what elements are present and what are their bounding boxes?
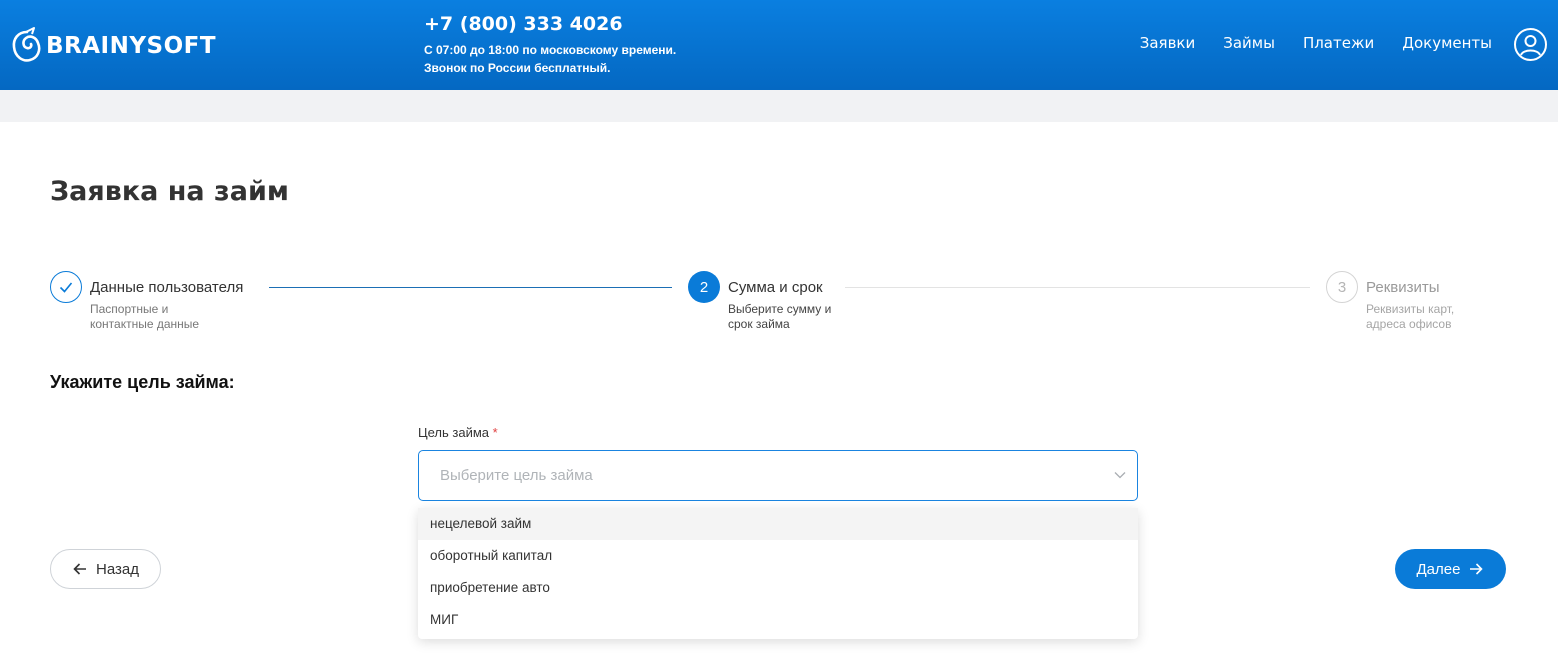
main-nav: Заявки Займы Платежи Документы	[1112, 34, 1492, 52]
user-circle-icon	[1520, 35, 1541, 56]
purpose-field-label: Цель займа *	[418, 425, 498, 440]
purpose-select-placeholder: Выберите цель займа	[440, 467, 593, 484]
step-1-done-indicator	[50, 271, 82, 303]
user-profile-button[interactable]	[1514, 28, 1547, 61]
contact-block: +7 (800) 333 4026 С 07:00 до 18:00 по мо…	[424, 12, 676, 77]
nav-item-applications[interactable]: Заявки	[1140, 34, 1195, 52]
step-2-description: Выберите сумму и срок займа	[728, 302, 832, 331]
chevron-down-icon	[1114, 472, 1126, 479]
purpose-option-working-capital[interactable]: оборотный капитал	[418, 540, 1138, 572]
purpose-option-car-purchase[interactable]: приобретение авто	[418, 572, 1138, 604]
step-3-title: Реквизиты	[1366, 279, 1440, 296]
step-2-indicator: 2	[688, 271, 720, 303]
arrow-left-icon	[73, 563, 86, 575]
back-button-label: Назад	[96, 560, 139, 578]
section-title: Укажите цель займа:	[50, 372, 235, 392]
arrow-right-icon	[1470, 563, 1484, 575]
check-icon	[59, 282, 73, 293]
purpose-option-mig[interactable]: МИГ	[418, 604, 1138, 636]
required-mark: *	[492, 425, 498, 440]
step-3-indicator: 3	[1326, 271, 1358, 303]
site-header: BRAINYSOFT +7 (800) 333 4026 С 07:00 до …	[0, 0, 1558, 90]
step-connector-1	[269, 287, 672, 288]
logo-text: BRAINYSOFT	[46, 33, 217, 59]
support-phone[interactable]: +7 (800) 333 4026	[424, 12, 676, 36]
brand-logo[interactable]: BRAINYSOFT	[10, 24, 216, 68]
step-2-title: Сумма и срок	[728, 279, 823, 296]
purpose-label-text: Цель займа	[418, 425, 490, 440]
nav-item-loans[interactable]: Займы	[1223, 34, 1275, 52]
brain-logo-icon	[12, 27, 41, 62]
step-1-description: Паспортные и контактные данные	[90, 302, 200, 331]
header-subbar	[0, 90, 1558, 122]
page-title: Заявка на займ	[50, 176, 289, 207]
step-connector-2	[845, 287, 1310, 288]
next-button[interactable]: Далее	[1395, 549, 1506, 589]
working-hours: С 07:00 до 18:00 по московскому времени.	[424, 43, 677, 57]
step-1-title: Данные пользователя	[90, 279, 244, 296]
nav-item-documents[interactable]: Документы	[1402, 34, 1492, 52]
purpose-select[interactable]: Выберите цель займа	[418, 450, 1138, 501]
back-button[interactable]: Назад	[50, 549, 161, 589]
purpose-option-untargeted[interactable]: нецелевой займ	[418, 508, 1138, 540]
step-3-description: Реквизиты карт, адреса офисов	[1366, 302, 1455, 331]
free-call-note: Звонок по России бесплатный.	[424, 61, 611, 75]
purpose-dropdown: нецелевой займ оборотный капитал приобре…	[418, 508, 1138, 639]
nav-item-payments[interactable]: Платежи	[1303, 34, 1374, 52]
next-button-label: Далее	[1416, 560, 1461, 578]
